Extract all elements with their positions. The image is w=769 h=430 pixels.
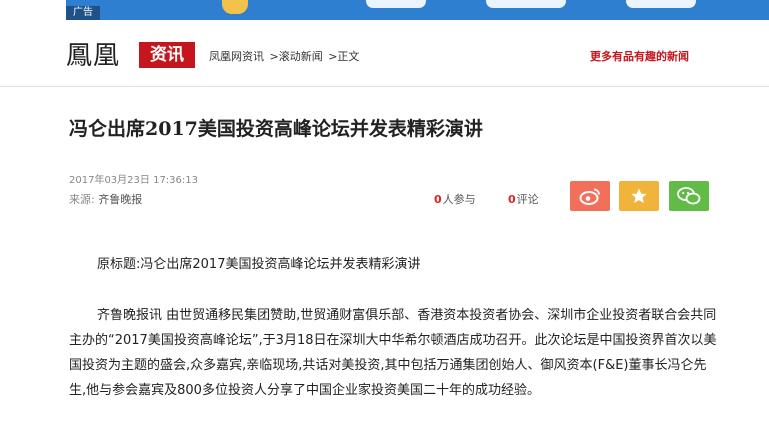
comments-label: 评论: [516, 193, 539, 206]
source-value: 齐鲁晚报: [98, 193, 143, 206]
participants-stat[interactable]: 0人参与: [434, 191, 476, 207]
header-divider: [0, 86, 769, 87]
breadcrumb-current: >正文: [328, 50, 360, 63]
star-icon: [631, 188, 647, 203]
article-paragraph: 齐鲁晚报讯 由世贸通移民集团赞助,世贸通财富俱乐部、香港资本投资者协会、深圳市企…: [69, 308, 717, 398]
tagline-link[interactable]: 更多有品有趣的新闻: [590, 48, 689, 64]
original-title: 原标题:冯仑出席2017美国投资高峰论坛并发表精彩演讲: [97, 257, 421, 272]
weibo-icon: [579, 188, 600, 205]
breadcrumb-home[interactable]: 凤凰网资讯: [209, 50, 264, 63]
ad-banner[interactable]: [66, 0, 769, 20]
article-title: 冯仑出席2017美国投资高峰论坛并发表精彩演讲: [69, 118, 483, 140]
publish-timestamp: 2017年03月23日 17:36:13: [69, 175, 198, 186]
breadcrumb-rolling-news[interactable]: >滚动新闻: [270, 50, 323, 63]
ad-cloud-graphic: [486, 0, 566, 8]
comments-stat[interactable]: 0评论: [508, 191, 539, 207]
comments-count: 0: [508, 193, 516, 206]
source-label: 来源:: [69, 193, 95, 206]
share-weibo-button[interactable]: [570, 181, 610, 211]
favorite-button[interactable]: [619, 181, 659, 211]
ad-cloud-graphic: [366, 0, 426, 8]
logo-wordmark[interactable]: 鳳凰: [66, 36, 120, 76]
site-header: 鳳凰 资讯 凤凰网资讯 >滚动新闻 >正文 更多有品有趣的新闻: [0, 20, 769, 86]
logo-channel-badge[interactable]: 资讯: [139, 42, 195, 68]
article-source: 来源: 齐鲁晚报: [69, 191, 142, 207]
ad-figure-graphic: [222, 0, 248, 14]
ad-cloud-graphic: [626, 0, 696, 8]
share-wechat-button[interactable]: [669, 181, 709, 211]
ad-badge: 广告: [66, 6, 100, 20]
participants-label: 人参与: [442, 193, 476, 206]
wechat-icon: [677, 187, 701, 205]
breadcrumb: 凤凰网资讯 >滚动新闻 >正文: [209, 48, 361, 64]
participants-count: 0: [434, 193, 442, 206]
